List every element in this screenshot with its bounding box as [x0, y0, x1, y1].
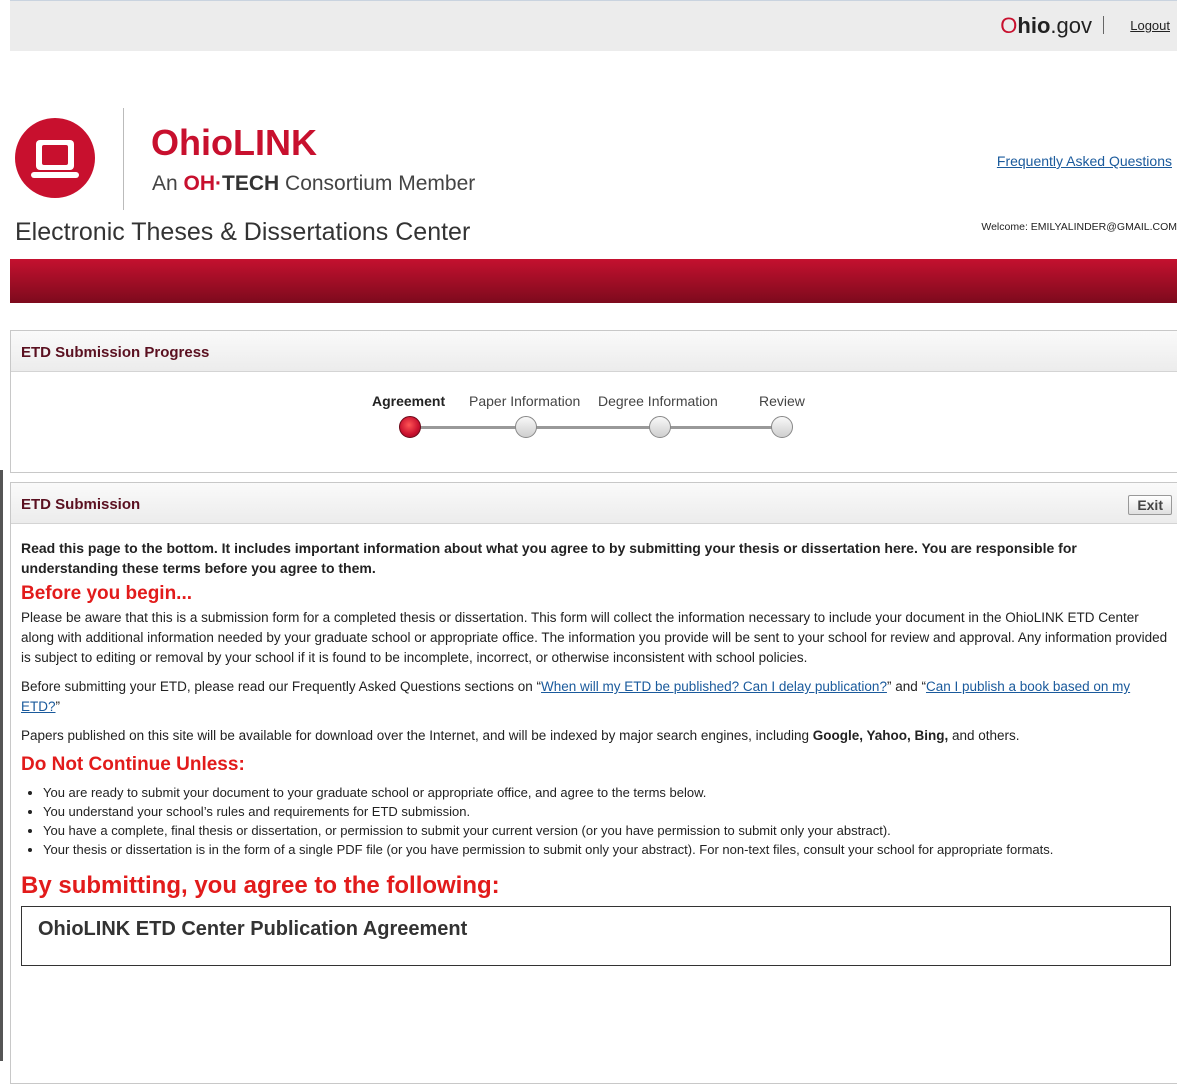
ohio-logo-hio: hio: [1017, 13, 1051, 38]
before-paragraph-1: Please be aware that this is a submissio…: [21, 610, 1168, 665]
do-not-continue-heading: Do Not Continue Unless:: [21, 754, 245, 775]
before-p2-pre: Before submitting your ETD, please read …: [21, 679, 542, 694]
submission-panel-title: ETD Submission: [21, 496, 141, 513]
progress-panel: ETD Submission Progress Agreement Paper …: [10, 330, 1177, 473]
ohio-gov-logo[interactable]: Ohio.gov: [1000, 13, 1092, 39]
before-p2-post: ”: [55, 699, 61, 714]
brand-name: OhioLINK: [151, 122, 317, 163]
monitor-icon: [36, 140, 74, 170]
progress-track: [410, 426, 785, 429]
exit-button[interactable]: Exit: [1128, 495, 1172, 515]
list-item: You are ready to submit your document to…: [43, 783, 1171, 802]
agreement-title: OhioLINK ETD Center Publication Agreemen…: [38, 918, 468, 940]
progress-steps: Agreement Paper Information Degree Infor…: [11, 381, 1177, 441]
step-label-degree-information: Degree Information: [598, 393, 718, 409]
step-dot-degree-information: [649, 416, 671, 438]
search-engines: Google, Yahoo, Bing,: [812, 728, 949, 743]
left-border: [0, 470, 3, 1061]
brand-subtitle: An OH·TECH Consortium Member: [152, 172, 475, 196]
step-label-paper-information: Paper Information: [469, 393, 581, 409]
step-dot-agreement: [399, 416, 421, 438]
monitor-base: [31, 172, 79, 178]
before-you-begin-heading: Before you begin...: [21, 583, 193, 604]
ohio-logo-o: O: [1000, 13, 1018, 38]
submission-panel-header: ETD Submission Exit: [11, 483, 1177, 524]
before-paragraph-3: Papers published on this site will be av…: [21, 726, 1171, 746]
step-dot-paper-information: [515, 416, 537, 438]
step-dot-review: [771, 416, 793, 438]
faq-link[interactable]: Frequently Asked Questions: [997, 153, 1172, 169]
ohio-logo-gov: .gov: [1050, 13, 1092, 38]
before-p2-mid: ” and “: [886, 679, 926, 694]
submission-content: Read this page to the bottom. It include…: [21, 538, 1171, 966]
brand-sub-tech: TECH: [222, 172, 280, 195]
list-item: Your thesis or dissertation is in the fo…: [43, 840, 1171, 859]
top-bar: Ohio.gov Logout: [10, 0, 1177, 51]
brand-sub-rest: Consortium Member: [279, 172, 476, 195]
logout-link[interactable]: Logout: [1130, 18, 1170, 33]
brand-sub-oh: OH: [183, 172, 216, 195]
before-p3-post: and others.: [948, 728, 1020, 743]
brand-sub-an: An: [152, 172, 184, 195]
nav-banner: [10, 259, 1177, 303]
before-p3-pre: Papers published on this site will be av…: [21, 728, 813, 743]
top-bar-separator: [1103, 16, 1104, 34]
before-paragraph-2: Before submitting your ETD, please read …: [21, 677, 1171, 717]
list-item: You have a complete, final thesis or dis…: [43, 821, 1171, 840]
agreement-box: OhioLINK ETD Center Publication Agreemen…: [21, 906, 1171, 966]
submission-panel: ETD Submission Exit Read this page to th…: [10, 482, 1177, 1084]
step-label-agreement: Agreement: [372, 393, 446, 409]
logo-divider: [123, 108, 124, 210]
step-label-review: Review: [759, 393, 805, 409]
conditions-list: You are ready to submit your document to…: [21, 783, 1171, 859]
ohiolink-logo-icon: [15, 118, 95, 198]
brand-sub-dot: ·: [215, 172, 223, 195]
progress-panel-header: ETD Submission Progress: [11, 331, 1177, 372]
faq-publication-link[interactable]: When will my ETD be published? Can I del…: [541, 679, 887, 694]
intro-text: Read this page to the bottom. It include…: [21, 540, 1077, 576]
list-item: You understand your school’s rules and r…: [43, 802, 1171, 821]
welcome-text: Welcome: EMILYALINDER@GMAIL.COM: [981, 221, 1177, 233]
page-title: Electronic Theses & Dissertations Center: [15, 218, 471, 246]
progress-panel-title: ETD Submission Progress: [21, 344, 210, 361]
agree-heading: By submitting, you agree to the followin…: [21, 872, 500, 899]
